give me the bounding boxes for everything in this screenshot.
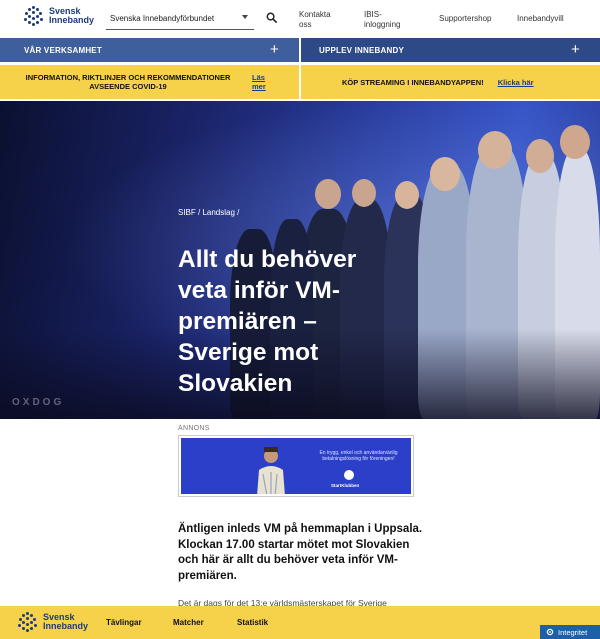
read-more-line-2: mer (252, 82, 266, 91)
player-head (315, 179, 341, 209)
bottom-nav: Svensk Innebandy Tävlingar Matcher Stati… (0, 606, 600, 639)
organisation-select-value: Svenska Innebandyförbundet (110, 14, 215, 23)
player-head (560, 125, 590, 159)
player-head (395, 181, 419, 209)
footer-link-statistik[interactable]: Statistik (237, 618, 268, 627)
upplev-innebandy-label: UPPLEV INNEBANDY (319, 45, 404, 55)
covid-read-more-link[interactable]: Läs mer (252, 73, 266, 91)
ad-logo-icon (344, 470, 354, 480)
nav-contact-link[interactable]: Kontakta oss (299, 10, 331, 30)
ad-person-illustration (257, 447, 285, 494)
article-title: Allt du behöver veta inför VM-premiären … (178, 246, 357, 397)
organisation-select[interactable]: Svenska Innebandyförbundet (106, 8, 254, 30)
hero-watermark: OXDOG (12, 397, 65, 408)
footer-link-matcher[interactable]: Matcher (173, 618, 204, 627)
ad-text: En trygg, enkel och användarvänlig betal… (319, 450, 398, 462)
integrity-label: Integritet (558, 627, 588, 637)
nav-ibis-login-link[interactable]: IBIS- inloggning (364, 10, 400, 30)
nav-supportershop-label: Supportershop (439, 14, 492, 23)
var-verksamhet-label: VÅR VERKSAMHET (24, 45, 102, 55)
gear-icon (546, 628, 554, 636)
top-header: Svensk Innebandy Svenska Innebandyförbun… (0, 0, 600, 38)
expand-plus-icon: + (270, 41, 279, 58)
nav-contact-line-2: oss (299, 20, 312, 29)
footer-link-tavlingar[interactable]: Tävlingar (106, 618, 142, 627)
footer-logo[interactable]: Svensk Innebandy (18, 612, 88, 632)
search-icon[interactable] (266, 12, 277, 23)
brand-logo[interactable]: Svensk Innebandy (24, 6, 94, 26)
read-more-line-1: Läs (252, 73, 265, 82)
logo-dots-icon (18, 612, 38, 632)
ad-brand: StartKlubben (331, 483, 360, 488)
covid-notice-text: INFORMATION, RIKTLINJER OCH REKOMMENDATI… (25, 73, 231, 91)
streaming-notice-text: KÖP STREAMING I INNEBANDYAPPEN! (342, 77, 484, 87)
nav-supportershop-link[interactable]: Supportershop (439, 14, 491, 24)
logo-line-2: Innebandy (49, 15, 95, 25)
logo-text: Svensk Innebandy (49, 7, 94, 25)
breadcrumb[interactable]: SIBF / Landslag / (178, 208, 239, 217)
player-head (430, 157, 460, 191)
player-head (352, 179, 376, 207)
var-verksamhet-bar[interactable]: VÅR VERKSAMHET + (0, 38, 299, 62)
streaming-click-here-link[interactable]: Klicka här (498, 78, 534, 87)
ad-banner-image: En trygg, enkel och användarvänlig betal… (181, 438, 411, 494)
nav-innebandyvill-label: Innebandyvill (517, 14, 564, 23)
footer-logo-text: Svensk Innebandy (43, 613, 88, 631)
covid-notice: INFORMATION, RIKTLINJER OCH REKOMMENDATI… (0, 65, 299, 99)
logo-dots-icon (24, 6, 44, 26)
footer-logo-line-2: Innebandy (43, 621, 89, 631)
hero-image: OXDOG SIBF / Landslag / Allt du behöver … (0, 101, 600, 419)
expand-plus-icon: + (571, 41, 580, 58)
article-lead: Äntligen inleds VM på hemmaplan i Uppsal… (178, 523, 423, 582)
ad-label: ANNONS (178, 425, 210, 432)
nav-ibis-line-1: IBIS- (364, 10, 382, 19)
player-head (526, 139, 554, 173)
streaming-notice: KÖP STREAMING I INNEBANDYAPPEN! Klicka h… (301, 65, 600, 99)
ad-banner[interactable]: En trygg, enkel och användarvänlig betal… (178, 435, 414, 497)
integrity-button[interactable]: Integritet (540, 625, 600, 639)
nav-contact-line-1: Kontakta (299, 10, 331, 19)
upplev-innebandy-bar[interactable]: UPPLEV INNEBANDY + (301, 38, 600, 62)
nav-innebandyvill-link[interactable]: Innebandyvill (517, 14, 564, 24)
player-head (478, 131, 512, 169)
nav-ibis-line-2: inloggning (364, 20, 401, 29)
caret-down-icon (242, 15, 248, 19)
